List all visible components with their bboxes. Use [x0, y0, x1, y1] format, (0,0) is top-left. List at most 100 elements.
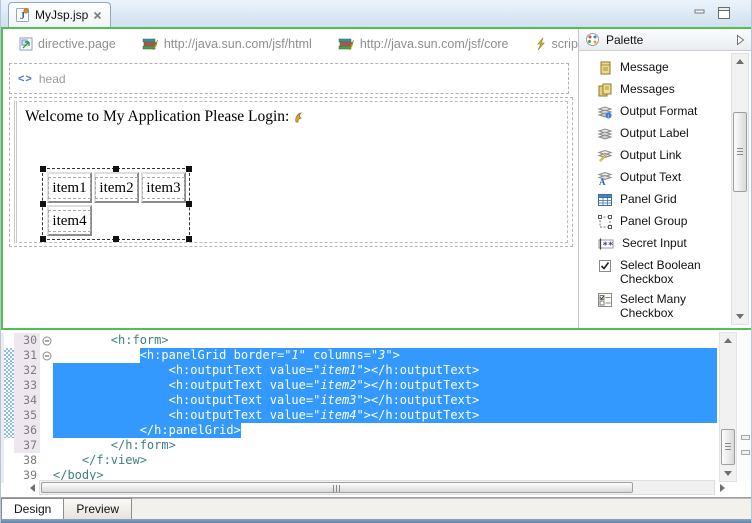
view-window-buttons — [693, 6, 731, 20]
palette-item-output-link[interactable]: Output Link — [579, 145, 729, 167]
selection-range-indicator — [4, 438, 14, 453]
palette-header[interactable]: Palette — [579, 29, 751, 51]
welcome-text: Welcome to My Application Please Login: — [25, 108, 289, 126]
directive-item[interactable]: http://java.sun.com/jsf/html — [142, 37, 312, 51]
scroll-up-icon[interactable] — [721, 334, 735, 347]
palette-item-select-many-checkbox[interactable]: Select Many Checkbox — [579, 289, 729, 323]
overview-marker[interactable] — [741, 450, 750, 455]
selection-handle[interactable] — [40, 201, 46, 207]
palette-item-label: Select Many Checkbox — [620, 292, 724, 320]
code-line[interactable]: 32 <h:outputText value="item1"></h:outpu… — [1, 363, 717, 378]
selection-range-indicator — [4, 453, 14, 468]
design-canvas[interactable]: directive.page http://java.sun.com/jsf/h… — [3, 29, 578, 328]
palette-item-label: Messages — [620, 82, 724, 96]
palette-item-panel-grid[interactable]: Panel Grid — [579, 189, 729, 211]
palette-item-list: Message Messages iOutput Format Output L… — [579, 52, 729, 328]
palette-item-label: Output Label — [620, 126, 724, 140]
code-text: <h:form> — [53, 333, 717, 348]
palette-item-output-format[interactable]: iOutput Format — [579, 101, 729, 123]
code-text: <h:outputText value="item3"></h:outputTe… — [53, 393, 717, 408]
page-tab-strip: DesignPreview — [1, 498, 752, 519]
directive-label: http://java.sun.com/jsf/core — [360, 37, 509, 51]
palette-item-label: Panel Grid — [620, 192, 724, 206]
grid-cell[interactable]: item1 — [47, 172, 92, 203]
overview-marker[interactable] — [741, 435, 750, 440]
code-line[interactable]: 35 <h:outputText value="item4"></h:outpu… — [1, 408, 717, 423]
code-line[interactable]: 33 <h:outputText value="item2"></h:outpu… — [1, 378, 717, 393]
palette-item-select-boolean-checkbox[interactable]: Select Boolean Checkbox — [579, 255, 729, 289]
source-hscrollbar-thumb[interactable] — [41, 482, 633, 493]
source-vertical-scrollbar[interactable] — [719, 332, 737, 482]
selection-handle[interactable] — [186, 236, 192, 242]
grid-cell[interactable]: item2 — [94, 172, 139, 203]
grid-cell[interactable]: item3 — [141, 172, 186, 203]
welcome-output-text[interactable]: Welcome to My Application Please Login: — [25, 108, 304, 126]
tab-close-icon[interactable] — [93, 11, 102, 20]
selection-handle[interactable] — [186, 201, 192, 207]
fold-minus-icon[interactable] — [40, 348, 53, 363]
palette-item-label: Output Link — [620, 148, 724, 162]
overview-ruler[interactable] — [738, 332, 752, 482]
selection-handle[interactable] — [40, 166, 46, 172]
flyout-arrow-icon[interactable] — [736, 34, 745, 46]
source-editor[interactable]: 30 <h:form>31 <h:panelGrid border="1" co… — [1, 330, 752, 498]
window-bottom-border — [1, 519, 752, 523]
scroll-left-icon[interactable] — [25, 481, 39, 494]
page-tab-preview[interactable]: Preview — [64, 498, 132, 519]
palette-item-secret-input[interactable]: **Secret Input — [579, 233, 729, 255]
source-horizontal-scrollbar[interactable] — [39, 480, 715, 495]
palette-item-label: Select Boolean Checkbox — [620, 258, 724, 286]
secret-input-icon: ** — [597, 236, 615, 252]
code-line[interactable]: 38 </f:view> — [1, 453, 717, 468]
code-line[interactable]: 34 <h:outputText value="item3"></h:outpu… — [1, 393, 717, 408]
page-tab-design[interactable]: Design — [1, 498, 64, 519]
palette-item-messages[interactable]: Messages — [579, 79, 729, 101]
grid-cell[interactable]: item4 — [47, 205, 92, 236]
output-text-component: item2 — [95, 177, 137, 199]
palette-item-message[interactable]: Message — [579, 57, 729, 79]
output-text-component: item4 — [48, 210, 90, 232]
palette-item-output-label[interactable]: Output Label — [579, 123, 729, 145]
code-line[interactable]: 31 <h:panelGrid border="1" columns="3"> — [1, 348, 717, 363]
palette-item-output-text[interactable]: AOutput Text — [579, 167, 729, 189]
panel-group-icon — [597, 214, 613, 230]
jsp-file-icon: J — [15, 7, 30, 23]
directive-item[interactable]: http://java.sun.com/jsf/core — [338, 37, 509, 51]
fold-minus-icon[interactable] — [40, 333, 53, 348]
source-scrollbar-thumb[interactable] — [721, 429, 735, 465]
code-line[interactable]: 37 </h:form> — [1, 438, 717, 453]
grid-row: item4 — [46, 204, 187, 237]
minimize-icon[interactable] — [693, 6, 707, 20]
fold-column — [40, 423, 53, 438]
selection-handle[interactable] — [186, 166, 192, 172]
selection-handle[interactable] — [40, 236, 46, 242]
directive-item[interactable]: scriptlet — [535, 37, 579, 51]
selection-range-indicator — [4, 393, 14, 408]
palette-scrollbar[interactable] — [731, 53, 749, 325]
panel-grid-selected[interactable]: item1item2item3 item4 — [42, 168, 190, 240]
form-element-box[interactable]: Welcome to My Application Please Login: … — [14, 101, 568, 243]
line-number: 33 — [14, 378, 40, 393]
scroll-down-icon[interactable] — [733, 310, 747, 323]
line-number: 32 — [14, 363, 40, 378]
code-lines: 30 <h:form>31 <h:panelGrid border="1" co… — [1, 333, 717, 483]
palette-item-panel-group[interactable]: Panel Group — [579, 211, 729, 233]
directive-item[interactable]: directive.page — [19, 37, 116, 51]
head-element-box[interactable]: <> head — [9, 63, 569, 94]
scroll-down-icon[interactable] — [721, 467, 735, 480]
code-text: </h:form> — [53, 438, 717, 453]
scroll-up-icon[interactable] — [733, 55, 747, 68]
code-line[interactable]: 36 </h:panelGrid> — [1, 423, 717, 438]
scroll-right-icon[interactable] — [715, 481, 729, 494]
code-line[interactable]: 30 <h:form> — [1, 333, 717, 348]
selection-handle[interactable] — [113, 166, 119, 172]
editor-tab-bar: J MyJsp.jsp — [1, 0, 752, 27]
output-label-icon — [597, 126, 613, 142]
fview-element-box[interactable]: Welcome to My Application Please Login: … — [9, 97, 573, 247]
maximize-icon[interactable] — [717, 6, 731, 20]
editor-tab-myjsp[interactable]: J MyJsp.jsp — [8, 2, 111, 27]
selection-range-indicator — [4, 408, 14, 423]
selection-range-indicator — [4, 423, 14, 438]
palette-scrollbar-thumb[interactable] — [733, 112, 747, 192]
selection-handle[interactable] — [113, 236, 119, 242]
